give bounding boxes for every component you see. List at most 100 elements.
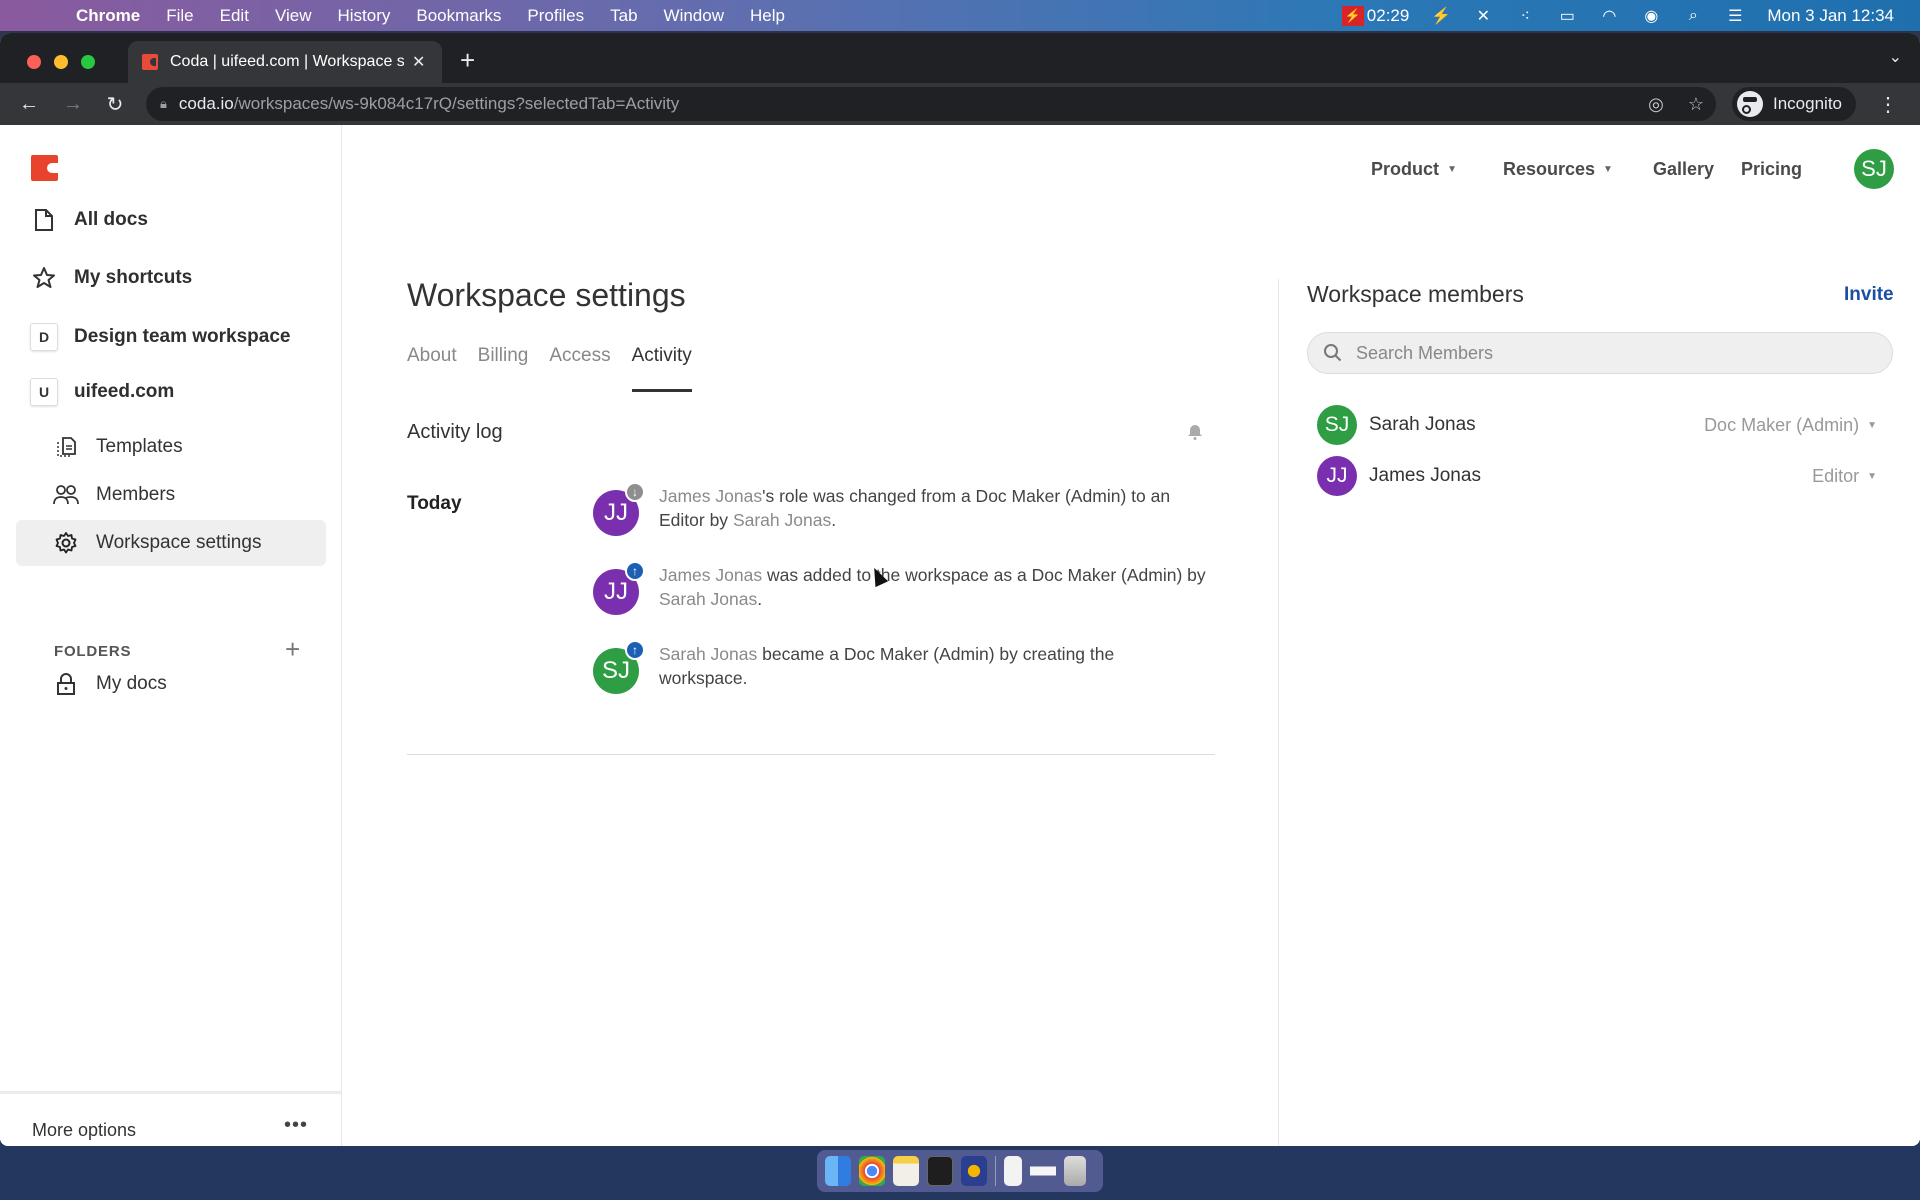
sidebar-item-label: My docs: [96, 673, 167, 694]
menu-help[interactable]: Help: [750, 6, 785, 26]
menubar-clock[interactable]: Mon 3 Jan 12:34: [1767, 6, 1894, 26]
user-avatar[interactable]: SJ: [1854, 149, 1894, 189]
user-account-icon[interactable]: ◉: [1641, 6, 1661, 26]
sidebar-workspace-design-team[interactable]: D Design team workspace: [30, 323, 290, 351]
activity-actor-link[interactable]: James Jonas: [659, 565, 762, 585]
control-center-icon[interactable]: ☰: [1725, 6, 1745, 26]
sidebar-workspace-uifeed[interactable]: U uifeed.com: [30, 378, 174, 406]
menu-file[interactable]: File: [166, 6, 193, 26]
nav-link-label: Resources: [1502, 158, 1596, 179]
bolt-app-icon[interactable]: ⚡: [1431, 6, 1451, 26]
activity-actor-link[interactable]: Sarah Jonas: [659, 644, 757, 664]
arrow-up-badge-icon: ↑: [625, 561, 645, 581]
menu-window[interactable]: Window: [664, 6, 724, 26]
dock-terminal-icon[interactable]: [927, 1156, 953, 1186]
coda-page: All docs My shortcuts D Design team work…: [0, 125, 1920, 1146]
invite-button[interactable]: Invite: [1844, 284, 1894, 306]
workspace-initial-badge: D: [30, 323, 58, 351]
member-role-dropdown[interactable]: Doc Maker (Admin) ▼: [1704, 415, 1877, 436]
activity-actor-link[interactable]: James Jonas: [659, 486, 762, 506]
activity-by-link[interactable]: Sarah Jonas: [659, 589, 757, 609]
dock-notes-icon[interactable]: [893, 1156, 919, 1186]
caret-down-icon: ▼: [1867, 470, 1877, 482]
search-members-input[interactable]: [1356, 342, 1876, 364]
tab-activity[interactable]: Activity: [631, 345, 692, 392]
forward-button[interactable]: →: [58, 93, 88, 116]
sidebar-item-templates[interactable]: Templates: [52, 433, 183, 461]
bookmark-star-icon[interactable]: ☆: [1688, 94, 1704, 115]
activity-log-entry: JJ ↓ James Jonas's role was changed from…: [593, 482, 1213, 536]
close-tab-icon[interactable]: ✕: [412, 52, 425, 72]
tab-about[interactable]: About: [407, 345, 457, 392]
sidebar-footer: More options •••: [0, 1091, 341, 1146]
nav-resources-dropdown[interactable]: Resources ▼: [1503, 159, 1613, 180]
chrome-menu-icon[interactable]: ⋮: [1878, 92, 1898, 117]
member-avatar: JJ: [1317, 456, 1357, 496]
sidebar-item-label: uifeed.com: [74, 381, 175, 402]
member-search: [1307, 332, 1893, 374]
address-bar[interactable]: 🔒︎ coda.io/workspaces/ws-9k084c17rQ/sett…: [146, 87, 1716, 121]
folders-section-label: FOLDERS: [54, 643, 132, 660]
dock-reeder-icon[interactable]: [961, 1156, 987, 1186]
dock-trash-icon[interactable]: [1064, 1156, 1086, 1186]
menu-history[interactable]: History: [337, 6, 390, 26]
sidebar-item-members[interactable]: Members: [52, 481, 175, 509]
spotlight-search-icon[interactable]: ⌕: [1683, 6, 1703, 26]
sidebar-item-my-shortcuts[interactable]: My shortcuts: [30, 264, 192, 292]
dock-separator: [995, 1156, 996, 1186]
menu-profiles[interactable]: Profiles: [527, 6, 584, 26]
tab-billing[interactable]: Billing: [478, 345, 529, 392]
recording-time: 02:29: [1366, 5, 1410, 25]
nav-gallery-link[interactable]: Gallery: [1653, 159, 1714, 180]
menu-bookmarks[interactable]: Bookmarks: [416, 6, 501, 26]
activity-by-link[interactable]: Sarah Jonas: [733, 510, 831, 530]
activity-text: James Jonas was added to the workspace a…: [659, 563, 1213, 615]
coda-logo[interactable]: [31, 155, 58, 181]
lock-icon[interactable]: 🔒︎: [160, 96, 167, 112]
reload-button[interactable]: ↻: [100, 92, 130, 117]
minimize-window-button[interactable]: [54, 55, 68, 69]
battery-icon[interactable]: ▭: [1557, 6, 1577, 26]
incognito-profile-button[interactable]: Incognito: [1732, 87, 1856, 121]
arrow-up-badge-icon: ↑: [625, 640, 645, 660]
maximize-window-button[interactable]: [81, 55, 95, 69]
sidebar-item-label: All docs: [74, 209, 148, 230]
dots-app-icon[interactable]: ⁖: [1515, 6, 1535, 26]
dock-finder-icon[interactable]: [825, 1156, 851, 1186]
caret-down-icon: ▼: [1867, 419, 1877, 431]
menu-app-name[interactable]: Chrome: [76, 6, 140, 26]
dock-preview-icon[interactable]: [1030, 1156, 1056, 1186]
menu-tab[interactable]: Tab: [610, 6, 637, 26]
nav-pricing-link[interactable]: Pricing: [1741, 159, 1802, 180]
wifi-icon[interactable]: ◠: [1599, 6, 1619, 26]
members-panel-title: Workspace members: [1307, 281, 1524, 307]
tab-search-chevron-icon[interactable]: ⌄: [1889, 47, 1902, 67]
notification-bell-icon[interactable]: [1186, 423, 1204, 441]
templates-icon: [52, 433, 80, 461]
sidebar-folder-my-docs[interactable]: My docs: [52, 670, 167, 698]
dock-document-icon[interactable]: [1004, 1156, 1022, 1186]
bluetooth-off-icon[interactable]: ✕: [1473, 6, 1493, 26]
activity-log-entry: SJ ↑ Sarah Jonas became a Doc Maker (Adm…: [593, 640, 1213, 694]
search-icon: [1322, 342, 1344, 364]
workspace-initial-badge: U: [30, 378, 58, 406]
member-role-dropdown[interactable]: Editor ▼: [1812, 466, 1877, 487]
sidebar-item-all-docs[interactable]: All docs: [30, 206, 148, 234]
screen-recording-indicator[interactable]: ⚡ 02:29: [1341, 5, 1410, 26]
new-tab-button[interactable]: +: [460, 45, 475, 76]
more-options-button[interactable]: More options: [32, 1120, 136, 1141]
dock-chrome-icon[interactable]: [859, 1156, 885, 1186]
close-window-button[interactable]: [27, 55, 41, 69]
tracking-protection-icon[interactable]: ◎: [1648, 94, 1664, 115]
menu-view[interactable]: View: [275, 6, 312, 26]
activity-end-punct: .: [757, 589, 763, 609]
more-options-ellipsis-icon[interactable]: •••: [284, 1114, 308, 1137]
sidebar-item-label: Workspace settings: [96, 532, 262, 553]
nav-product-dropdown[interactable]: Product ▼: [1371, 159, 1457, 180]
back-button[interactable]: ←: [14, 93, 44, 116]
menu-edit[interactable]: Edit: [220, 6, 249, 26]
sidebar-item-workspace-settings[interactable]: Workspace settings: [16, 520, 326, 566]
add-folder-button[interactable]: +: [285, 634, 300, 665]
browser-tab-active[interactable]: Coda | uifeed.com | Workspace settings ✕: [128, 41, 442, 83]
tab-access[interactable]: Access: [549, 345, 610, 392]
